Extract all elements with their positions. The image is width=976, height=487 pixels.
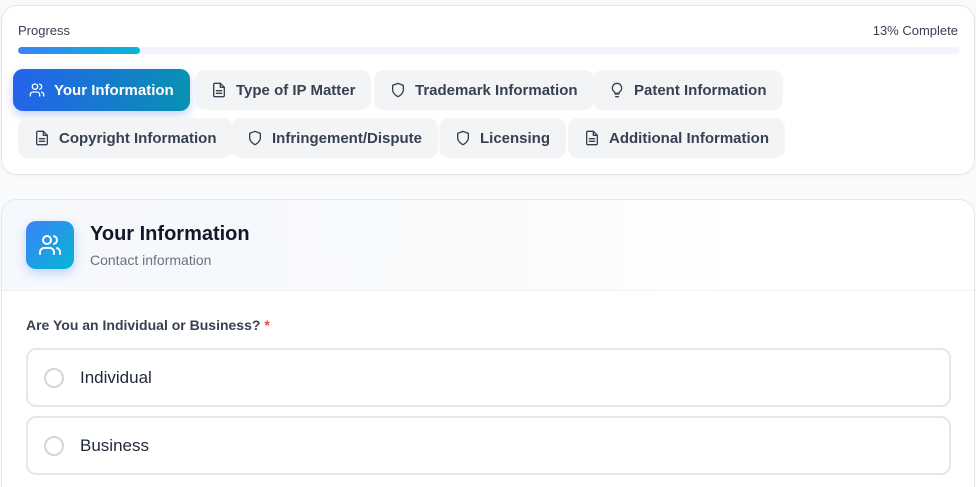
document-icon (213, 82, 225, 98)
section-subtitle: Contact information (90, 252, 212, 268)
users-icon (39, 235, 61, 255)
option-individual[interactable]: Individual (26, 348, 951, 407)
option-label: Business (80, 435, 149, 455)
section-title: Your Information (90, 223, 250, 245)
tab-trademark-information[interactable]: Trademark Information (374, 70, 594, 110)
section-icon (26, 221, 74, 269)
shield-icon (249, 130, 261, 146)
progress-bar-fill (18, 47, 141, 54)
tab-additional-information[interactable]: Additional Information (568, 118, 785, 158)
tab-type-of-ip-matter[interactable]: Type of IP Matter (195, 70, 372, 110)
progress-percent-text: 13% Complete (872, 23, 958, 38)
tab-label: Licensing (480, 129, 551, 147)
tab-label: Additional Information (609, 129, 769, 147)
option-business[interactable]: Business (26, 416, 951, 475)
shield-icon (392, 82, 404, 98)
tab-label: Copyright Information (59, 129, 217, 147)
tab-label: Infringement/Dispute (272, 129, 423, 147)
tab-label: Trademark Information (415, 81, 578, 99)
option-label: Individual (80, 367, 152, 387)
tab-your-information[interactable]: Your Information (13, 69, 190, 111)
tab-copyright-information[interactable]: Copyright Information (18, 118, 233, 158)
tab-infringement-dispute[interactable]: Infringement/Dispute (231, 118, 439, 158)
users-icon (29, 83, 45, 97)
question-text: Are You an Individual or Business? (26, 317, 261, 333)
tab-label: Type of IP Matter (236, 81, 356, 99)
question-label: Are You an Individual or Business? * (26, 317, 270, 333)
radio-button-individual[interactable] (44, 367, 64, 388)
tab-label: Patent Information (634, 81, 767, 99)
tab-patent-information[interactable]: Patent Information (593, 70, 783, 110)
form-section-card: Your Information Contact information Are… (1, 199, 975, 487)
progress-header: Progress 13% Complete (18, 23, 958, 38)
progress-bar (18, 47, 960, 54)
radio-button-business[interactable] (44, 435, 64, 456)
progress-label: Progress (18, 23, 71, 38)
lightbulb-icon (611, 82, 623, 98)
tab-label: Your Information (54, 81, 174, 99)
shield-icon (457, 130, 469, 146)
progress-card: Progress 13% Complete Your Information T… (1, 5, 975, 175)
required-asterisk: * (264, 317, 270, 333)
section-header: Your Information Contact information (2, 200, 974, 291)
tab-licensing[interactable]: Licensing (439, 118, 567, 158)
document-icon (586, 130, 598, 146)
document-icon (36, 130, 48, 146)
